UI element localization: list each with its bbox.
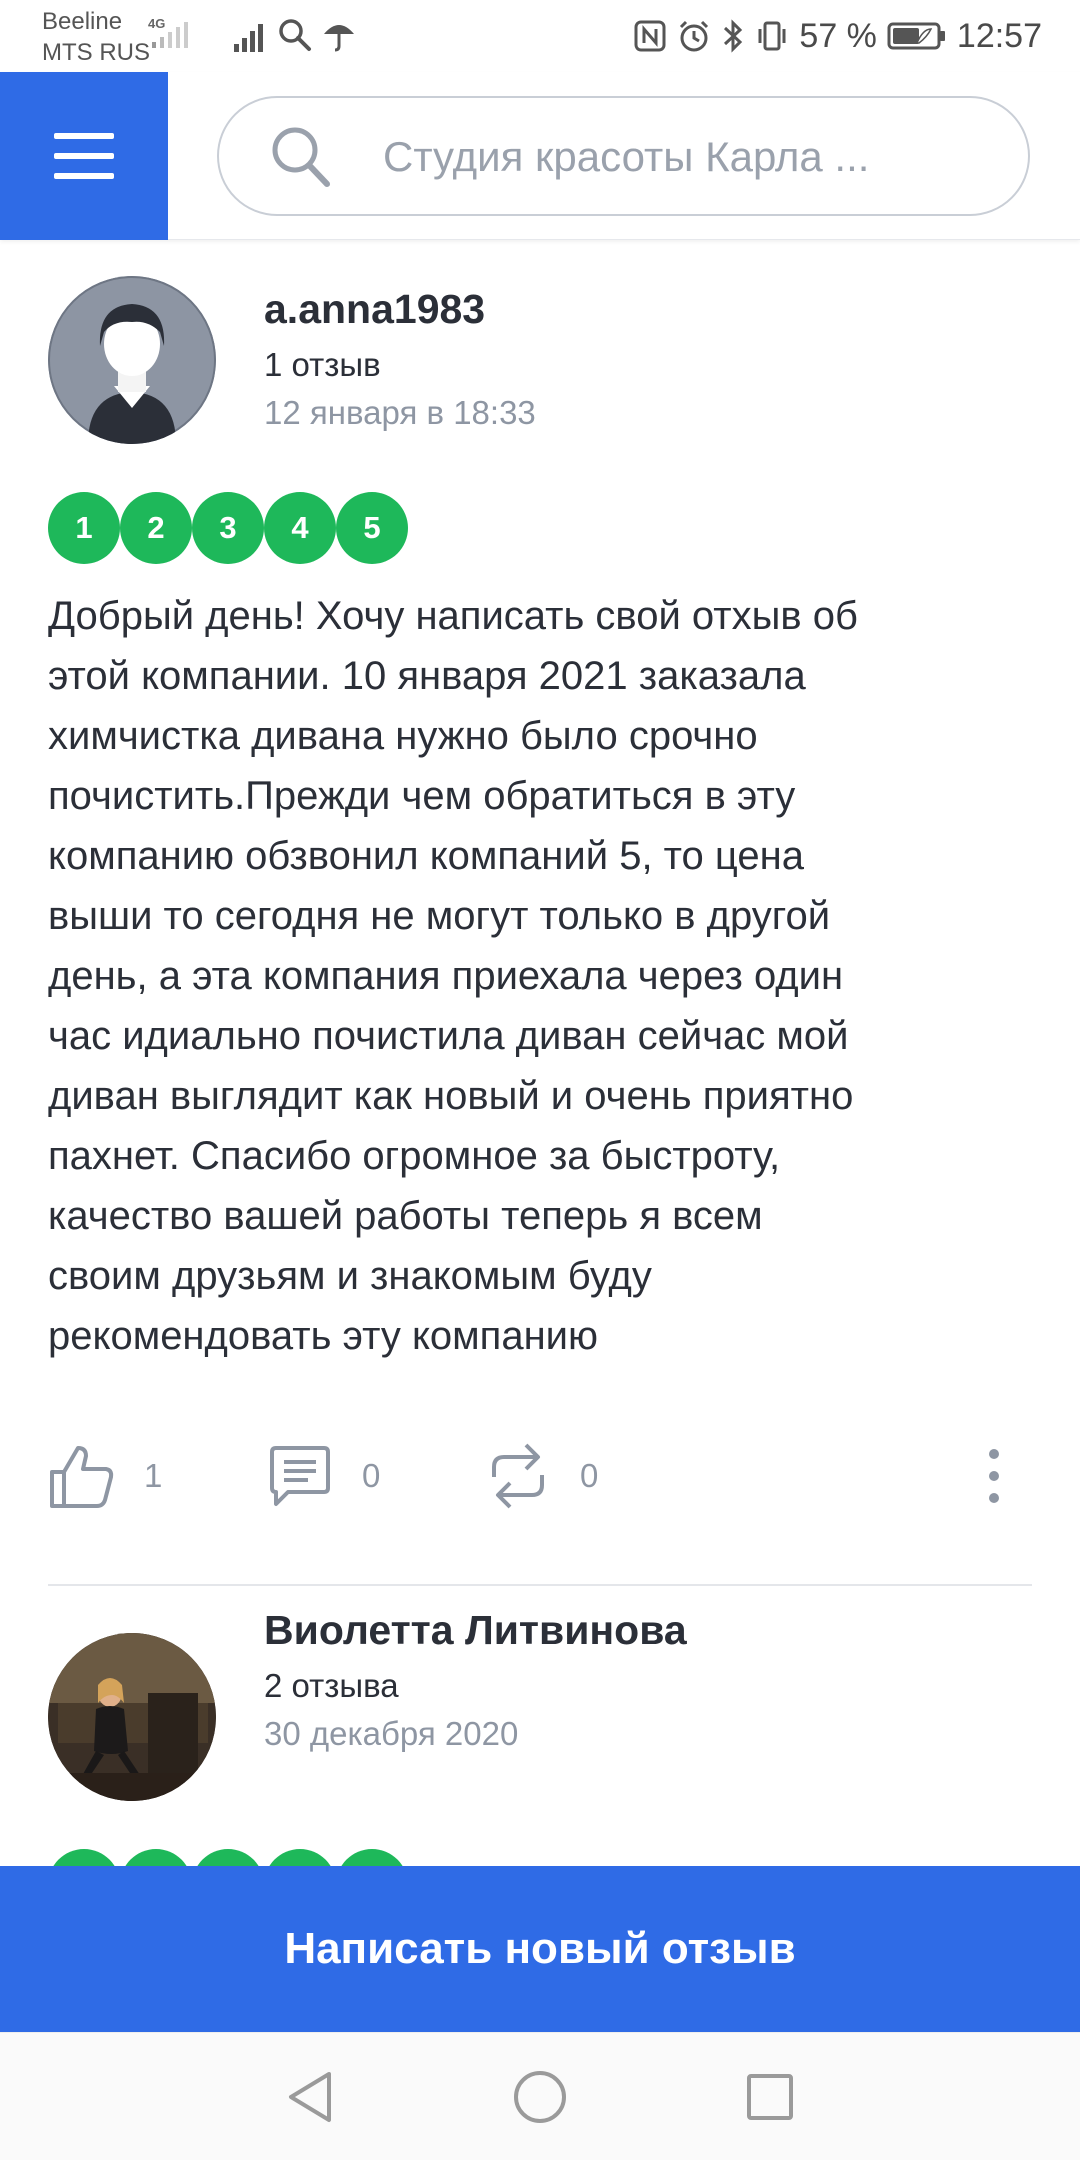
rating-dots: 1 2 3 4 5	[48, 492, 408, 564]
recents-square-icon	[747, 2074, 793, 2120]
rating-dot-3	[192, 1849, 264, 1866]
avatar[interactable]	[48, 1633, 216, 1801]
rating-dot-5	[336, 1849, 408, 1866]
rating-dot-2: 2	[120, 492, 192, 564]
home-button[interactable]	[480, 2033, 600, 2160]
search-bar[interactable]	[217, 96, 1030, 216]
back-button[interactable]	[250, 2033, 370, 2160]
hamburger-bar-2	[54, 153, 114, 159]
review-actions: 1 0 0	[48, 1436, 1032, 1516]
review-author[interactable]: a.anna1983	[264, 286, 485, 333]
write-review-button[interactable]: Написать новый отзыв	[0, 1866, 1080, 2032]
svg-text:4G: 4G	[148, 16, 165, 31]
system-nav-bar	[0, 2032, 1080, 2160]
vibrate-icon	[758, 21, 786, 51]
review-card: a.anna1983 1 отзыв 12 января в 18:33 1 2…	[0, 240, 1080, 1586]
hamburger-icon	[54, 133, 114, 139]
screen: Beeline MTS RUS 4G 57 % 12:57 Студия кра…	[0, 0, 1080, 2160]
repost-button[interactable]: 0	[486, 1436, 598, 1516]
review-text: Добрый день! Хочу написать свой отхыв об…	[48, 594, 858, 1358]
home-circle-icon	[514, 2071, 566, 2123]
signal-icon	[232, 20, 268, 57]
search-status-icon	[278, 18, 312, 57]
thumbs-up-icon	[50, 1446, 114, 1508]
search-icon	[269, 124, 333, 195]
recents-button[interactable]	[710, 2033, 830, 2160]
rating-dot-4	[264, 1849, 336, 1866]
review-date: 12 января в 18:33	[264, 394, 536, 431]
review-author-count: 2 отзыва	[264, 1667, 399, 1704]
like-button[interactable]: 1	[48, 1436, 162, 1516]
alarm-icon	[680, 20, 709, 52]
comment-button[interactable]: 0	[268, 1436, 380, 1516]
carrier-labels: Beeline MTS RUS	[42, 6, 150, 68]
status-right-group: 57 % 12:57	[633, 0, 1042, 72]
app-header	[0, 72, 1080, 240]
review-author[interactable]: Виолетта Литвинова	[264, 1607, 687, 1654]
nfc-icon	[634, 20, 666, 52]
comment-count: 0	[362, 1457, 381, 1494]
rating-dot-3: 3	[192, 492, 264, 564]
comment-icon	[270, 1446, 330, 1506]
rating-dot-1: 1	[48, 492, 120, 564]
bluetooth-icon	[724, 19, 743, 53]
rating-dot-1	[48, 1849, 120, 1866]
repost-count: 0	[580, 1457, 599, 1494]
battery-percent: 57 %	[799, 16, 877, 55]
rating-dot-2	[120, 1849, 192, 1866]
status-bar: Beeline MTS RUS 4G 57 % 12:57	[0, 0, 1080, 72]
rating-dot-5: 5	[336, 492, 408, 564]
back-triangle-icon	[289, 2072, 331, 2122]
like-count: 1	[144, 1457, 163, 1494]
menu-button[interactable]	[0, 72, 168, 240]
rating-dots	[48, 1849, 408, 1866]
rating-dot-4: 4	[264, 492, 336, 564]
repost-icon	[492, 1443, 544, 1509]
carrier-mts: MTS RUS	[42, 39, 150, 66]
carrier-beeline: Beeline	[42, 8, 123, 35]
hamburger-bar-3	[54, 173, 114, 179]
clock: 12:57	[956, 16, 1042, 55]
review-card: Виолетта Литвинова 2 отзыва 30 декабря 2…	[0, 1585, 1080, 1866]
review-date: 30 декабря 2020	[264, 1715, 519, 1752]
more-vertical-icon	[989, 1449, 999, 1503]
review-author-count: 1 отзыв	[264, 346, 381, 383]
umbrella-icon	[322, 18, 356, 57]
more-options-button[interactable]	[984, 1436, 1004, 1516]
battery-icon	[887, 22, 945, 50]
search-input[interactable]	[383, 126, 1003, 188]
signal-4g-icon: 4G	[148, 14, 204, 59]
avatar[interactable]	[48, 276, 216, 444]
